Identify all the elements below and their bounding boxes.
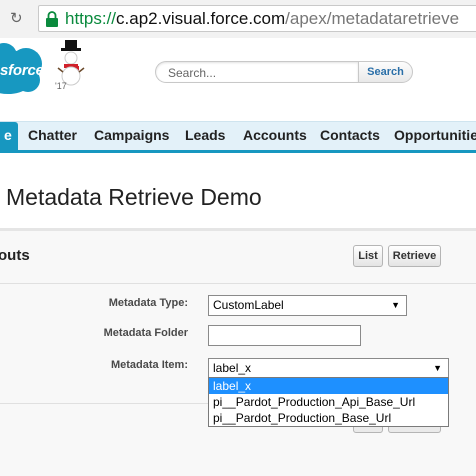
search-box: [155, 61, 358, 83]
url-host: c.ap2.visual.force.com: [116, 9, 286, 28]
search-input[interactable]: [166, 64, 350, 82]
metadata-type-label: Metadata Type:: [108, 297, 188, 309]
dropdown-option[interactable]: label_x: [209, 378, 448, 394]
url-scheme: https://: [65, 9, 117, 28]
page-block: outs List Retrieve Metadata Type: Custom…: [0, 228, 476, 476]
tab-chatter[interactable]: Chatter: [28, 122, 77, 150]
reload-icon[interactable]: ↻: [10, 10, 23, 28]
metadata-type-value: CustomLabel: [213, 298, 284, 312]
logo-year: '17: [55, 81, 67, 91]
tab-bar: e Chatter Campaigns Leads Accounts Conta…: [0, 121, 476, 153]
metadata-item-select[interactable]: label_x ▼: [208, 358, 449, 379]
url-text: https://c.ap2.visual.force.com/apex/meta…: [65, 9, 459, 29]
metadata-type-select[interactable]: CustomLabel ▼: [208, 295, 407, 316]
dropdown-option[interactable]: pi__Pardot_Production_Api_Base_Url: [209, 394, 448, 410]
tab-opportunities[interactable]: Opportunities: [394, 122, 476, 150]
page-title: Metadata Retrieve Demo: [6, 184, 262, 210]
section-title: outs: [0, 247, 30, 264]
chevron-down-icon: ▼: [433, 363, 442, 373]
retrieve-button[interactable]: Retrieve: [388, 245, 441, 267]
url-path: /apex/metadataretrieve: [285, 9, 460, 28]
browser-address-bar: ↻ https://c.ap2.visual.force.com/apex/me…: [0, 0, 476, 39]
logo-text: sforce: [0, 62, 44, 79]
tab-home[interactable]: e: [0, 122, 18, 150]
tab-leads[interactable]: Leads: [185, 122, 225, 150]
tab-campaigns[interactable]: Campaigns: [94, 122, 169, 150]
chevron-down-icon: ▼: [391, 300, 400, 310]
search-button[interactable]: Search: [358, 61, 413, 83]
tab-accounts[interactable]: Accounts: [243, 122, 307, 150]
metadata-item-value: label_x: [213, 361, 252, 375]
metadata-item-dropdown: label_x pi__Pardot_Production_Api_Base_U…: [208, 377, 449, 427]
metadata-item-label: Metadata Item:: [110, 359, 188, 371]
metadata-folder-label: Metadata Folder: [103, 327, 188, 339]
dropdown-option[interactable]: pi__Pardot_Production_Base_Url: [209, 410, 448, 426]
divider: [0, 403, 208, 404]
app-header: sforce '17 Search: [0, 38, 476, 121]
page-block-header: outs List Retrieve: [0, 231, 476, 284]
lock-icon: [46, 11, 58, 27]
metadata-folder-input[interactable]: [208, 325, 361, 346]
tab-contacts[interactable]: Contacts: [320, 122, 380, 150]
url-field[interactable]: https://c.ap2.visual.force.com/apex/meta…: [38, 5, 476, 32]
list-button[interactable]: List: [353, 245, 383, 267]
